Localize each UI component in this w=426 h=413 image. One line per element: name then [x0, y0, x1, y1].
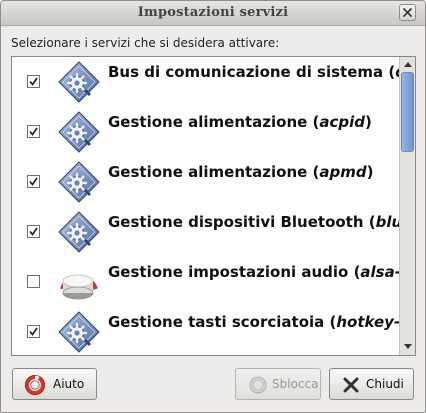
service-label: Gestione tasti scorciatoia (hotkey-setup	[108, 313, 415, 331]
service-suffix: )	[365, 113, 372, 131]
close-icon	[403, 8, 412, 17]
unlock-icon	[249, 376, 267, 394]
checkmark-icon	[29, 177, 38, 186]
audio-knob-icon	[56, 259, 102, 305]
service-description: Gestione tasti scorciatoia (	[108, 313, 337, 331]
service-gear-icon	[56, 209, 102, 255]
service-name: apmd	[319, 163, 367, 181]
checkmark-icon	[29, 327, 38, 336]
service-label: Gestione alimentazione (acpid)	[108, 113, 372, 131]
service-label: Gestione alimentazione (apmd)	[108, 163, 374, 181]
scroll-down-button[interactable]	[400, 340, 415, 354]
close-button[interactable]: Chiudi	[329, 368, 414, 400]
unlock-button-label: Sblocca	[272, 377, 319, 391]
help-button-label: Aiuto	[53, 377, 85, 391]
checkmark-icon	[29, 127, 38, 136]
service-label: Gestione impostazioni audio (alsa-utils	[108, 263, 415, 281]
scroll-thumb[interactable]	[401, 72, 414, 153]
service-gear-icon	[56, 159, 102, 205]
arrow-down-icon	[404, 344, 412, 349]
service-label: Bus di comunicazione di sistema (dbus	[108, 63, 415, 81]
service-row[interactable]: Gestione tasti scorciatoia (hotkey-setup	[12, 307, 415, 355]
unlock-button[interactable]: Sblocca	[235, 368, 321, 400]
service-row[interactable]: Gestione alimentazione (apmd)	[12, 157, 397, 207]
service-checkbox[interactable]	[27, 75, 40, 88]
checkmark-icon	[29, 77, 38, 86]
services-settings-window: Impostazioni servizi Selezionare i servi…	[0, 0, 426, 413]
service-checkbox[interactable]	[27, 275, 40, 288]
instructions-label: Selezionare i servizi che si desidera at…	[11, 36, 280, 50]
services-list: Bus di comunicazione di sistema (dbus Ges…	[11, 56, 416, 356]
service-suffix: )	[366, 163, 374, 181]
service-description: Gestione alimentazione (	[108, 113, 320, 131]
window-title: Impostazioni servizi	[137, 5, 289, 20]
service-description: Bus di comunicazione di sistema (	[108, 63, 396, 81]
service-row[interactable]: Gestione impostazioni audio (alsa-utils	[12, 257, 415, 307]
close-button-label: Chiudi	[366, 377, 404, 391]
service-gear-icon	[56, 109, 102, 155]
scroll-up-button[interactable]	[400, 58, 415, 72]
service-row[interactable]: Gestione alimentazione (acpid)	[12, 107, 397, 157]
service-checkbox[interactable]	[27, 325, 40, 338]
help-button[interactable]: Aiuto	[12, 368, 97, 400]
checkmark-icon	[29, 227, 38, 236]
close-x-icon	[343, 377, 359, 393]
service-description: Gestione impostazioni audio (	[108, 263, 361, 281]
vertical-scrollbar[interactable]	[399, 57, 415, 355]
service-description: Gestione alimentazione (	[108, 163, 320, 181]
service-row[interactable]: Bus di comunicazione di sistema (dbus	[12, 57, 415, 107]
service-checkbox[interactable]	[27, 225, 40, 238]
window-close-button[interactable]	[399, 4, 416, 21]
lifebuoy-icon	[25, 375, 45, 395]
service-checkbox[interactable]	[27, 175, 40, 188]
arrow-up-icon	[404, 62, 412, 67]
service-label: Gestione dispositivi Bluetooth (bluetoot…	[108, 213, 415, 231]
service-name: acpid	[319, 113, 366, 131]
service-gear-icon	[56, 309, 102, 355]
service-checkbox[interactable]	[27, 125, 40, 138]
title-bar[interactable]: Impostazioni servizi	[1, 1, 425, 26]
service-gear-icon	[56, 59, 102, 105]
service-row[interactable]: Gestione dispositivi Bluetooth (bluetoot…	[12, 207, 415, 257]
service-description: Gestione dispositivi Bluetooth (	[108, 213, 376, 231]
